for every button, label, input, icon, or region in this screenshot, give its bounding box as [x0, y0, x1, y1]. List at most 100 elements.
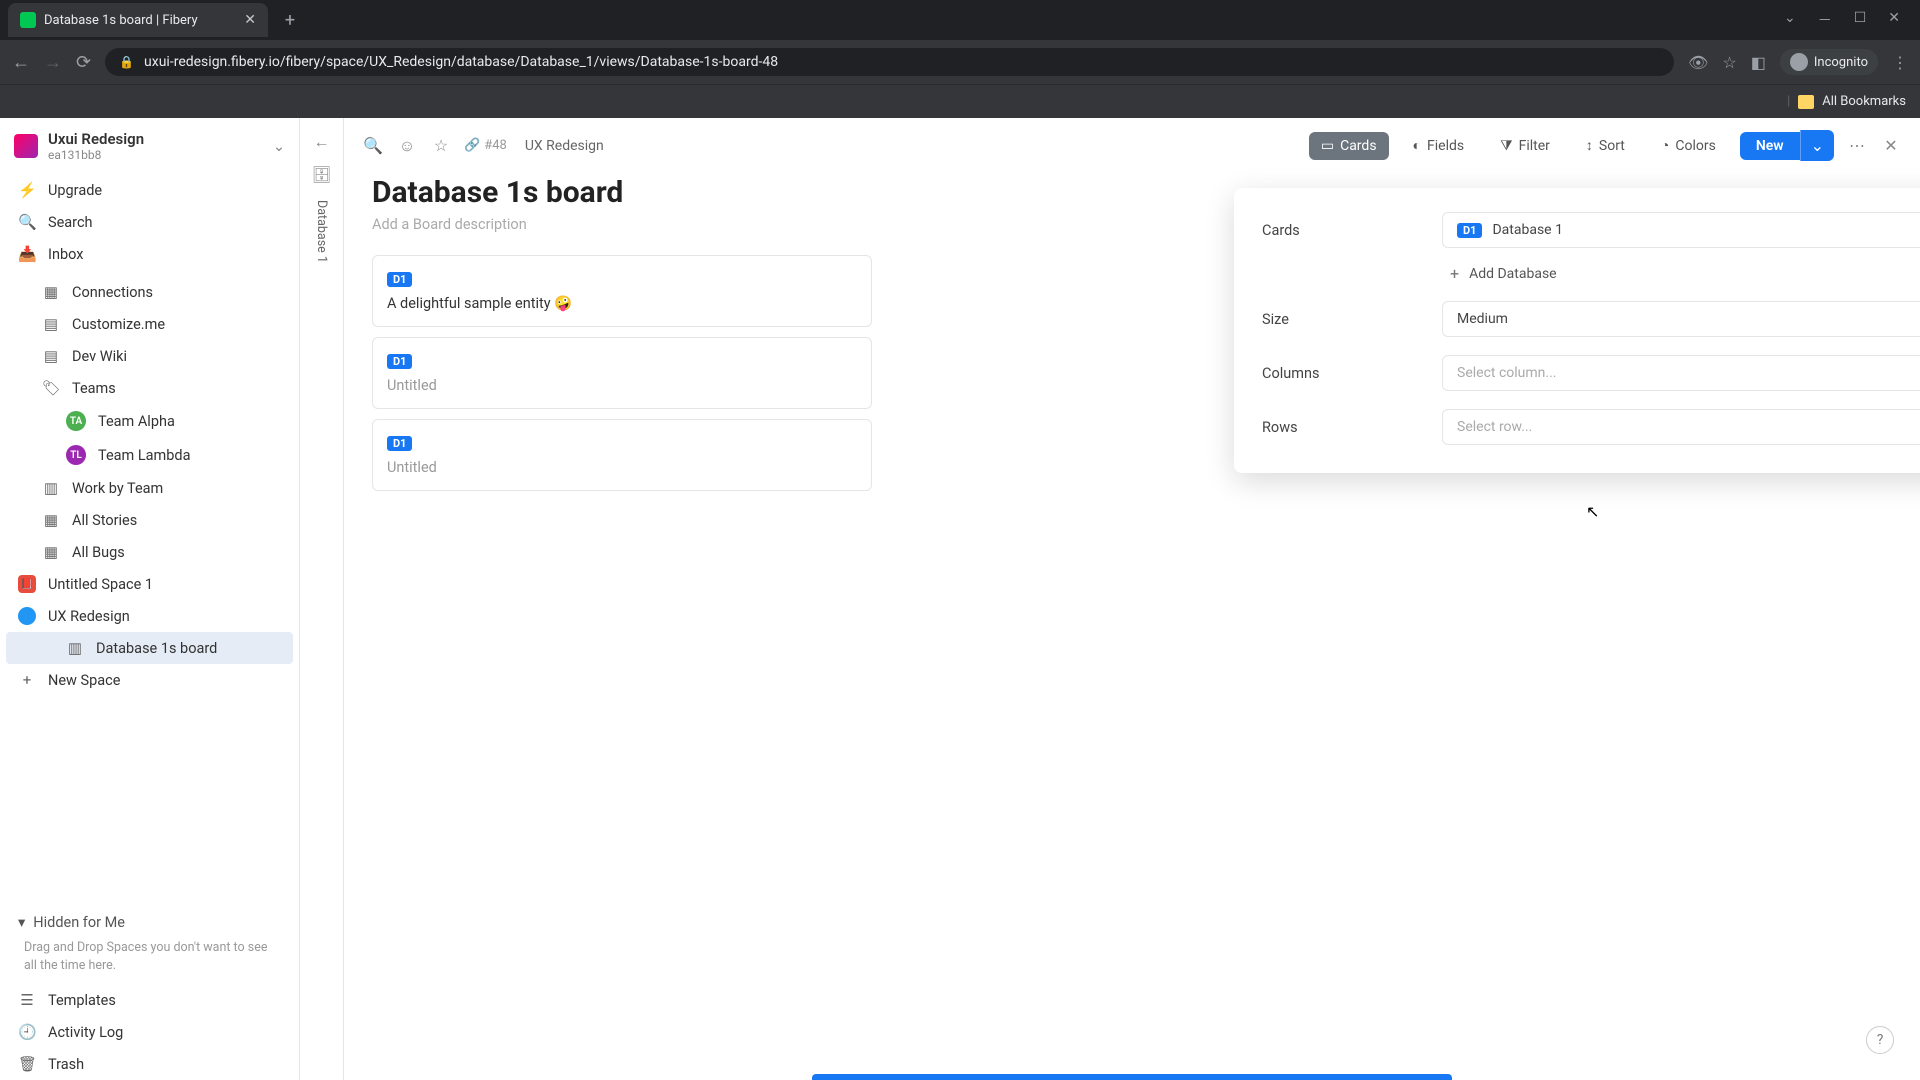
sidebar-item-team-lambda[interactable]: TLTeam Lambda: [0, 438, 299, 472]
sidebar-space-ux-redesign[interactable]: UX Redesign: [0, 600, 299, 632]
sort-button[interactable]: ↕Sort: [1574, 131, 1637, 160]
sidebar-label: Database 1s board: [96, 640, 217, 657]
workspace-name: Uxui Redesign: [48, 130, 263, 148]
sidebar-item-customize[interactable]: ▤ Customize.me: [0, 308, 299, 340]
new-button[interactable]: New⌄: [1740, 130, 1834, 161]
breadcrumb-id[interactable]: 🔗#48: [464, 138, 507, 153]
panel-icon[interactable]: ◧: [1751, 53, 1766, 72]
select-placeholder: Select column...: [1457, 365, 1556, 381]
close-icon[interactable]: ✕: [1880, 136, 1902, 155]
sidebar-label: Upgrade: [48, 182, 102, 199]
columns-select[interactable]: Select column... ⌄: [1442, 355, 1920, 391]
back-icon[interactable]: ←: [12, 52, 30, 73]
reload-icon[interactable]: ⟳: [76, 52, 91, 73]
rows-select[interactable]: Select row... ⌄: [1442, 409, 1920, 445]
star-icon[interactable]: ☆: [1722, 53, 1736, 72]
star-icon[interactable]: ☆: [430, 136, 452, 155]
close-window-icon[interactable]: ✕: [1888, 10, 1900, 30]
fields-button[interactable]: ◐Fields: [1401, 131, 1477, 160]
cards-config-popover: Cards D1 Database 1 ⌄ +Add Database Size…: [1234, 188, 1920, 473]
sidebar-item-inbox[interactable]: 📥Inbox: [0, 238, 299, 270]
close-icon[interactable]: ✕: [244, 12, 256, 28]
rail-label[interactable]: Database 1: [314, 200, 329, 263]
sidebar-item-templates[interactable]: ☰ Templates: [0, 984, 299, 1016]
board-card[interactable]: D1 A delightful sample entity 🤪: [372, 255, 872, 327]
sidebar-new-space[interactable]: +New Space: [0, 664, 299, 696]
grid-icon: ▦: [42, 543, 60, 561]
forward-icon[interactable]: →: [44, 52, 62, 73]
rows-label: Rows: [1262, 419, 1442, 436]
incognito-badge[interactable]: Incognito: [1780, 49, 1878, 75]
database-icon[interactable]: 🗄: [312, 164, 332, 184]
doc-icon: ▤: [42, 315, 60, 333]
chevron-down-icon: ▾: [18, 914, 25, 931]
breadcrumb-space[interactable]: UX Redesign: [525, 138, 604, 154]
clock-icon: 🕘: [18, 1023, 36, 1041]
sidebar-space-untitled[interactable]: 📕Untitled Space 1: [0, 568, 299, 600]
card-title: Untitled: [387, 377, 857, 394]
chevron-down-icon[interactable]: ⌄: [1800, 130, 1834, 161]
cards-database-select[interactable]: D1 Database 1 ⌄: [1442, 212, 1920, 248]
cards-label: Cards: [1262, 222, 1442, 239]
sidebar-item-devwiki[interactable]: ▤Dev Wiki: [0, 340, 299, 372]
browser-tab[interactable]: Database 1s board | Fibery ✕: [8, 3, 268, 37]
board-column: D1 A delightful sample entity 🤪 D1Untitled…: [372, 255, 872, 491]
sidebar-item-all-stories[interactable]: ▦All Stories: [0, 504, 299, 536]
address-bar[interactable]: 🔒 uxui-redesign.fibery.io/fibery/space/U…: [105, 48, 1674, 76]
card-title: A delightful sample entity 🤪: [387, 295, 857, 312]
sidebar-item-team-alpha[interactable]: TATeam Alpha: [0, 404, 299, 438]
chevron-down-icon[interactable]: ⌄: [273, 138, 285, 155]
chevron-down-icon[interactable]: ⌄: [1784, 10, 1796, 30]
hidden-for-me-toggle[interactable]: ▾ Hidden for Me: [0, 906, 299, 939]
db-badge: D1: [387, 272, 412, 287]
all-bookmarks[interactable]: All Bookmarks: [1822, 94, 1906, 109]
board-card[interactable]: D1Untitled: [372, 337, 872, 409]
sidebar-item-db-board[interactable]: ▥Database 1s board: [6, 632, 293, 664]
add-database-button[interactable]: +Add Database: [1442, 258, 1920, 287]
grid-icon: ▦: [42, 283, 60, 301]
trash-icon: 🗑: [18, 1055, 36, 1073]
cards-icon: ▭: [1321, 138, 1334, 154]
folder-icon: [1798, 95, 1814, 109]
plus-icon: +: [1450, 264, 1459, 283]
incognito-label: Incognito: [1814, 55, 1868, 70]
sidebar-label: Templates: [48, 992, 116, 1009]
sidebar-item-search[interactable]: 🔍Search: [0, 206, 299, 238]
eye-off-icon[interactable]: 👁: [1688, 53, 1708, 72]
minimize-icon[interactable]: －: [1818, 10, 1832, 30]
space-icon: 📕: [18, 575, 36, 593]
sidebar-item-activity-log[interactable]: 🕘Activity Log: [0, 1016, 299, 1048]
columns-label: Columns: [1262, 365, 1442, 382]
sidebar-item-trash[interactable]: 🗑Trash: [0, 1048, 299, 1080]
sidebar-label: Team Lambda: [98, 447, 190, 464]
sidebar-label: UX Redesign: [48, 608, 130, 625]
bottom-notification-bar[interactable]: [812, 1074, 1452, 1080]
sidebar-label: Inbox: [48, 246, 83, 263]
sidebar-item-connections[interactable]: ▦Connections: [0, 276, 299, 308]
sidebar-item-work-by-team[interactable]: ▥Work by Team: [0, 472, 299, 504]
filter-button[interactable]: ⧩Filter: [1488, 132, 1562, 160]
sidebar-item-all-bugs[interactable]: ▦All Bugs: [0, 536, 299, 568]
colors-button[interactable]: ◔Colors: [1649, 131, 1728, 160]
lock-icon: 🔒: [119, 55, 134, 69]
new-tab-button[interactable]: +: [276, 10, 304, 31]
kebab-icon[interactable]: ⋮: [1892, 53, 1908, 72]
help-button[interactable]: ?: [1866, 1026, 1894, 1054]
size-label: Size: [1262, 311, 1442, 328]
emoji-icon[interactable]: ☺: [396, 136, 418, 156]
board-card[interactable]: D1Untitled: [372, 419, 872, 491]
layers-icon: ☰: [18, 991, 36, 1009]
cards-button[interactable]: ▭Cards: [1309, 132, 1389, 160]
select-value: Medium: [1457, 311, 1508, 327]
more-icon[interactable]: ⋯: [1846, 136, 1868, 155]
search-icon[interactable]: 🔍: [362, 136, 384, 155]
sidebar-label: Hidden for Me: [33, 914, 125, 931]
space-icon: [18, 607, 36, 625]
sidebar-item-teams[interactable]: 🏷Teams: [0, 372, 299, 404]
workspace-switcher[interactable]: Uxui Redesign ea131bb8 ⌄: [0, 118, 299, 174]
sidebar-label: Customize.me: [72, 316, 165, 333]
maximize-icon[interactable]: ☐: [1854, 10, 1867, 30]
back-icon[interactable]: ←: [312, 132, 332, 152]
sidebar-item-upgrade[interactable]: ⚡Upgrade: [0, 174, 299, 206]
size-select[interactable]: Medium ⌄: [1442, 301, 1920, 337]
